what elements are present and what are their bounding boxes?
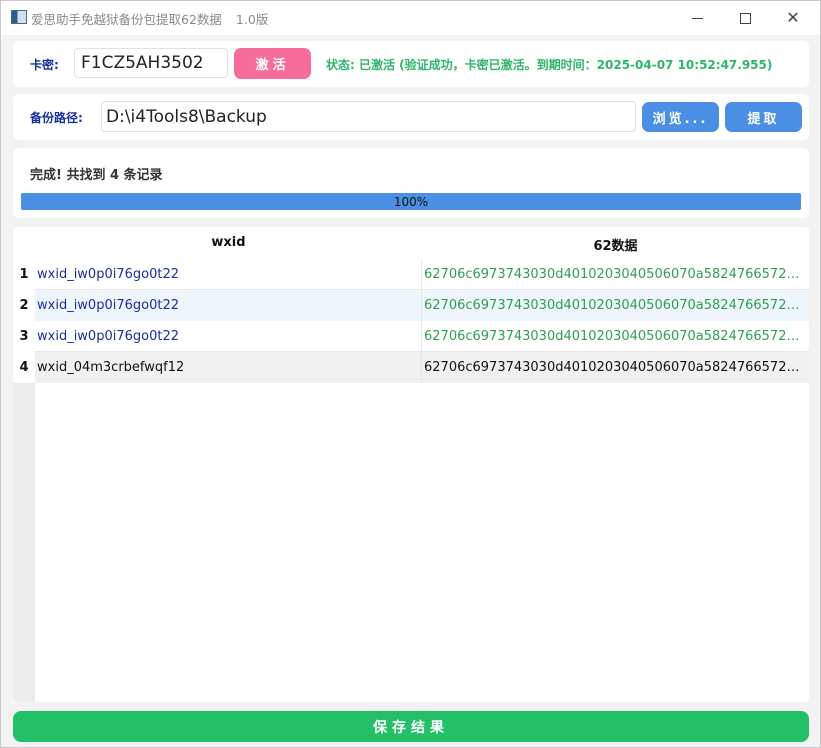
maximize-button[interactable] xyxy=(722,1,768,35)
window-title-text: 爱思助手免越狱备份包提取62数据 xyxy=(31,12,222,27)
results-table: wxid 62数据 1 wxid_iw0p0i76go0t22 62706c69… xyxy=(13,227,809,702)
activation-panel: 卡密: 激活 状态: 已激活 (验证成功，卡密已激活。到期时间：2025-04-… xyxy=(13,41,809,87)
wxid-cell[interactable]: wxid_iw0p0i76go0t22 xyxy=(35,321,422,352)
maximize-icon xyxy=(739,12,751,24)
wxid-cell[interactable]: wxid_iw0p0i76go0t22 xyxy=(35,290,422,321)
extract-button[interactable]: 提取 xyxy=(725,102,802,132)
backup-path-label: 备份路径: xyxy=(30,111,83,125)
minimize-icon xyxy=(691,17,703,19)
data62-cell[interactable]: 62706c6973743030d4010203040506070a582476… xyxy=(422,259,809,290)
backup-path-input[interactable] xyxy=(101,101,636,132)
activation-status: 状态: 已激活 (验证成功，卡密已激活。到期时间：2025-04-07 10:5… xyxy=(326,58,773,72)
browse-button[interactable]: 浏览... xyxy=(642,102,719,132)
app-window: 爱思助手免越狱备份包提取62数据 1.0版 ✕ 卡密: 激活 状态: 已激活 (验… xyxy=(0,0,821,748)
progress-panel: 完成! 共找到 4 条记录 100% xyxy=(13,148,809,218)
data62-cell[interactable]: 62706c6973743030d4010203040506070a582476… xyxy=(422,352,809,383)
data62-value: 62706c6973743030d4010203040506070a582476… xyxy=(424,267,802,282)
key-input[interactable] xyxy=(74,48,228,78)
window-version: 1.0版 xyxy=(235,12,269,27)
table-row[interactable]: 1 wxid_iw0p0i76go0t22 62706c6973743030d4… xyxy=(13,259,809,290)
column-header-wxid[interactable]: wxid xyxy=(35,235,422,250)
wxid-cell[interactable]: wxid_04m3crbefwqf12 xyxy=(35,352,422,383)
table-row[interactable]: 4 wxid_04m3crbefwqf12 62706c6973743030d4… xyxy=(13,352,809,383)
progress-bar: 100% xyxy=(21,193,801,210)
result-message: 完成! 共找到 4 条记录 xyxy=(30,168,163,183)
data62-value: 62706c6973743030d4010203040506070a582476… xyxy=(424,329,802,344)
activate-button[interactable]: 激活 xyxy=(234,48,311,79)
row-index: 3 xyxy=(13,321,35,352)
data62-cell[interactable]: 62706c6973743030d4010203040506070a582476… xyxy=(422,321,809,352)
close-button[interactable]: ✕ xyxy=(770,1,816,35)
title-bar[interactable]: 爱思助手免越狱备份包提取62数据 1.0版 ✕ xyxy=(1,1,820,35)
table-row[interactable]: 2 wxid_iw0p0i76go0t22 62706c6973743030d4… xyxy=(13,290,809,321)
column-header-62data[interactable]: 62数据 xyxy=(422,235,809,254)
row-index: 2 xyxy=(13,290,35,321)
close-icon: ✕ xyxy=(786,8,800,27)
minimize-button[interactable] xyxy=(674,1,720,35)
table-header: wxid 62数据 xyxy=(13,227,809,259)
app-icon xyxy=(11,10,27,24)
progress-label: 100% xyxy=(393,194,429,209)
data62-value: 62706c6973743030d4010203040506070a582476… xyxy=(424,360,802,375)
key-label: 卡密: xyxy=(30,58,59,72)
save-results-button[interactable]: 保存结果 xyxy=(13,711,809,742)
backup-path-panel: 备份路径: 浏览... 提取 xyxy=(13,94,809,140)
wxid-cell[interactable]: wxid_iw0p0i76go0t22 xyxy=(35,259,422,290)
table-row[interactable]: 3 wxid_iw0p0i76go0t22 62706c6973743030d4… xyxy=(13,321,809,352)
row-index: 4 xyxy=(13,352,35,383)
row-index: 1 xyxy=(13,259,35,290)
data62-value: 62706c6973743030d4010203040506070a582476… xyxy=(424,298,802,313)
window-title: 爱思助手免越狱备份包提取62数据 1.0版 xyxy=(31,9,268,28)
data62-cell[interactable]: 62706c6973743030d4010203040506070a582476… xyxy=(422,290,809,321)
